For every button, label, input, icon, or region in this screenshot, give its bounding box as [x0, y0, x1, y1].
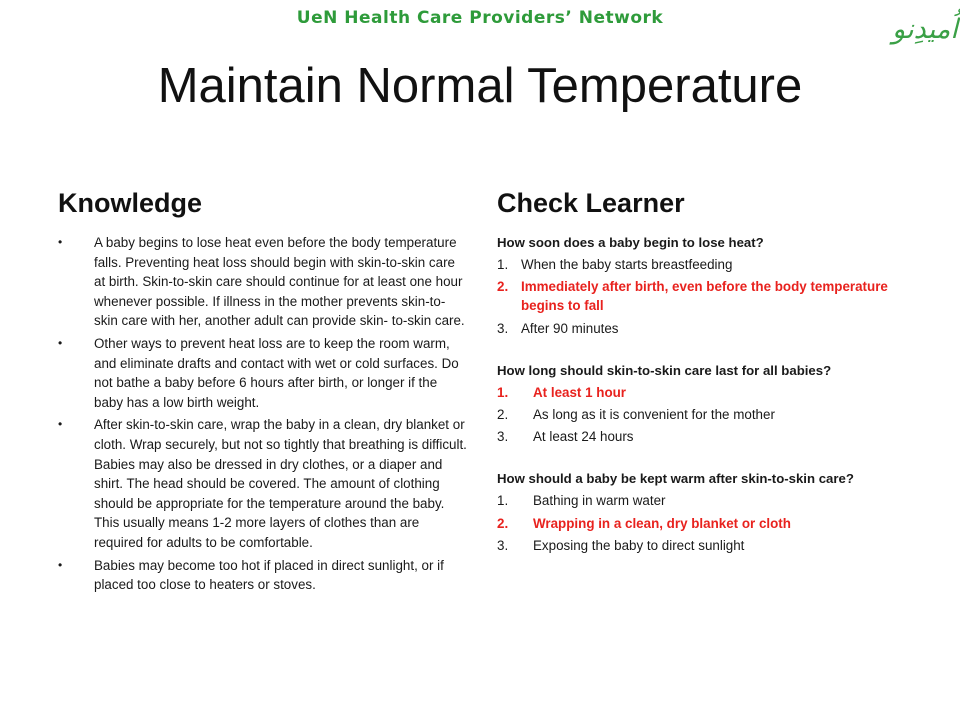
knowledge-item: • A baby begins to lose heat even before … [58, 233, 468, 331]
answer-text: At least 1 hour [533, 384, 627, 400]
knowledge-item: • After skin-to-skin care, wrap the baby … [58, 415, 468, 552]
question-2: How long should skin-to-skin care last f… [497, 362, 832, 378]
answer-text: When the baby starts breastfeeding [521, 257, 733, 272]
answer-option: 1. When the baby starts breastfeeding [497, 255, 897, 274]
knowledge-text: Babies may become too hot if placed in d… [94, 557, 444, 593]
question-1: How soon does a baby begin to lose heat? [497, 235, 764, 250]
answer-text: After 90 minutes [521, 320, 619, 336]
answer-number: 1. [497, 493, 509, 509]
answer-list: 1. At least 1 hour 2. As long as it is con… [497, 383, 897, 447]
answer-text: Immediately after birth, even before the… [521, 279, 888, 314]
answer-option: 2. As long as it is convenient for the mo… [497, 405, 897, 424]
answer-text: At least 24 hours [533, 429, 634, 445]
check-learner-heading: Check Learner [497, 188, 685, 218]
page-title: Maintain Normal Temperature [157, 59, 803, 113]
answer-text: As long as it is convenient for the moth… [533, 407, 775, 423]
answer-option: 1. Bathing in warm water [497, 491, 897, 510]
answer-text: Exposing the baby to direct sunlight [533, 537, 745, 553]
answer-text: Bathing in warm water [533, 493, 666, 509]
answer-text: Wrapping in a clean, dry blanket or clot… [533, 515, 791, 531]
bullet: • [58, 417, 63, 432]
knowledge-item: • Babies may become too hot if placed in … [58, 556, 468, 595]
answer-option: 3. Exposing the baby to direct sunlight [497, 536, 897, 555]
answer-number: 3. [497, 537, 509, 553]
answer-number: 3. [497, 429, 509, 445]
answer-list: 1. Bathing in warm water 2. Wrapping in a … [497, 491, 897, 555]
knowledge-text: Other ways to prevent heat loss are to k… [94, 335, 459, 410]
answer-option: 3. At least 24 hours [497, 427, 897, 446]
answer-list: 1. When the baby starts breastfeeding 2. I… [497, 255, 897, 338]
knowledge-list: • A baby begins to lose heat even before … [58, 233, 468, 598]
answer-number: 1. [497, 257, 509, 272]
question-3: How should a baby be kept warm after ski… [497, 471, 854, 487]
knowledge-text: A baby begins to lose heat even before t… [94, 235, 465, 329]
check-learner-section: How soon does a baby begin to lose heat?… [497, 233, 897, 578]
bullet: • [58, 335, 63, 350]
knowledge-text: After skin-to-skin care, wrap the baby i… [94, 417, 467, 550]
network-title: UeN Health Care Providers’ Network [296, 8, 664, 28]
answer-option-correct: 2. Wrapping in a clean, dry blanket or cl… [497, 514, 897, 533]
answer-number: 2. [497, 279, 509, 295]
answer-number: 3. [497, 320, 509, 336]
answer-number: 2. [497, 515, 509, 531]
question-group: How should a baby be kept warm after ski… [497, 469, 897, 555]
knowledge-heading: Knowledge [58, 188, 203, 218]
answer-number: 2. [497, 407, 509, 423]
answer-option: 3. After 90 minutes [497, 319, 897, 338]
bullet: • [58, 235, 63, 249]
logo: اُمیدِنو [892, 14, 958, 45]
answer-number: 1. [497, 384, 509, 400]
question-group: How soon does a baby begin to lose heat?… [497, 233, 897, 338]
bullet: • [58, 557, 63, 572]
answer-option-correct: 2. Immediately after birth, even before t… [497, 277, 897, 315]
knowledge-item: • Other ways to prevent heat loss are to … [58, 334, 468, 412]
question-group: How long should skin-to-skin care last f… [497, 361, 897, 447]
answer-option-correct: 1. At least 1 hour [497, 383, 897, 402]
